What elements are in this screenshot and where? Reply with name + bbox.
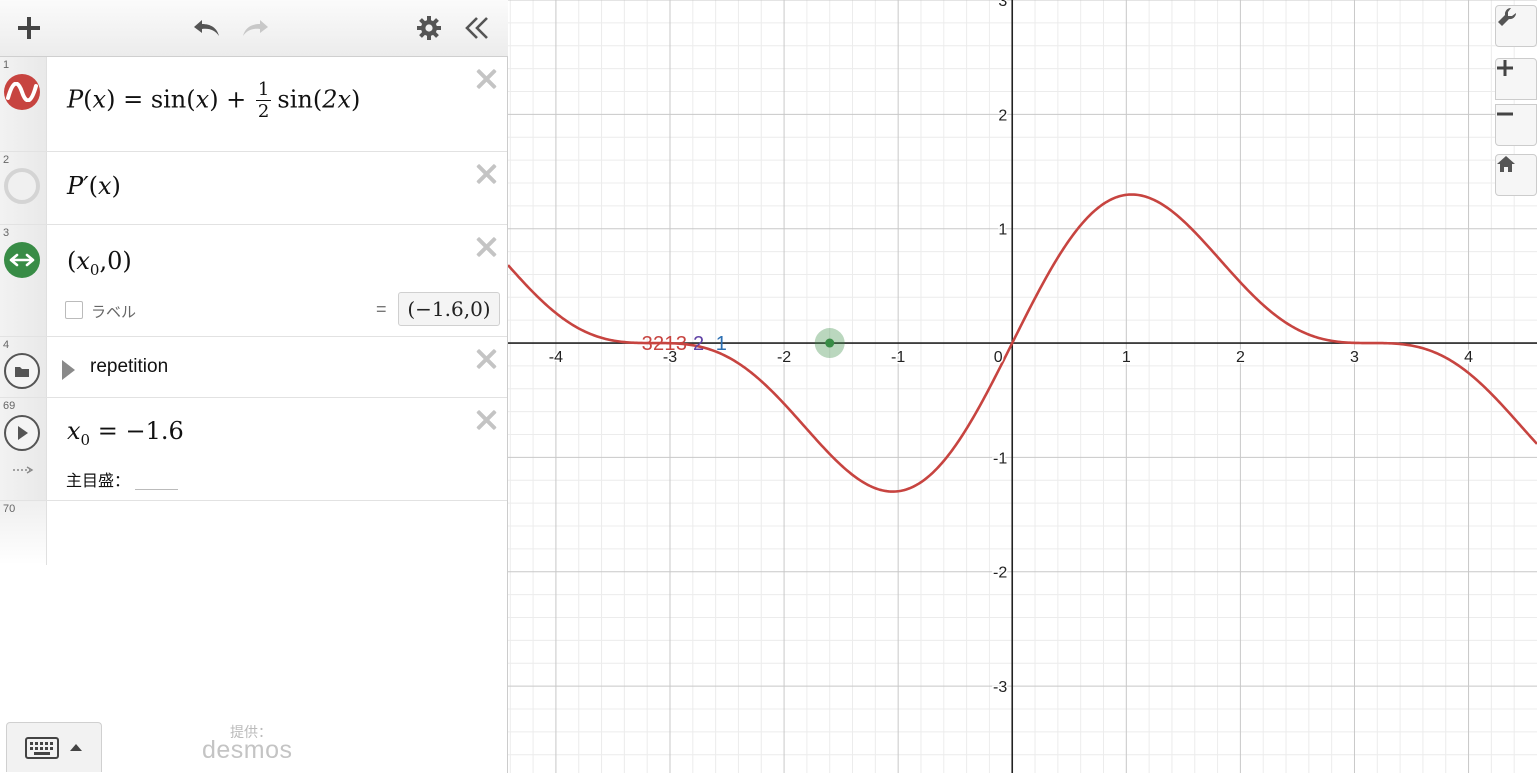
graph-canvas[interactable]: -4 -3 -2 -1 0 1 2 3 4-3-2-11233 2 1 3 2 1 bbox=[508, 0, 1537, 773]
drag-point[interactable] bbox=[825, 338, 835, 348]
y-tick-label: 3 bbox=[998, 0, 1007, 10]
point-label: 2 bbox=[693, 333, 704, 355]
redo-icon bbox=[243, 20, 268, 36]
x-tick-label: -1 bbox=[891, 349, 905, 366]
expression-gutter: 2 bbox=[0, 152, 47, 224]
collapse-panel-button[interactable] bbox=[459, 10, 495, 46]
keyboard-icon bbox=[25, 737, 59, 759]
expression-index: 69 bbox=[3, 400, 16, 412]
home-icon bbox=[1497, 156, 1515, 172]
keyboard-toggle-button[interactable] bbox=[6, 722, 102, 772]
zoom-out-button[interactable] bbox=[1495, 104, 1537, 146]
expression-gutter: 3 bbox=[0, 225, 47, 336]
expression-index: 2 bbox=[3, 154, 10, 166]
hidden-circle-icon[interactable] bbox=[4, 168, 40, 204]
desmos-app: 1 P(x) = sin(x) + 1 2 sin(2x) 2 P′(x) 3 … bbox=[0, 0, 1537, 773]
y-tick-label: -2 bbox=[993, 565, 1007, 582]
expression-index: 70 bbox=[3, 503, 16, 515]
x-tick-label: 0 bbox=[994, 349, 1003, 366]
folder-row-repetition[interactable]: 4 repetition bbox=[0, 337, 507, 398]
undo-icon bbox=[194, 20, 219, 36]
undo-button[interactable] bbox=[189, 10, 225, 46]
x-tick-label: 1 bbox=[1122, 349, 1131, 366]
double-chevron-left-icon bbox=[465, 17, 488, 39]
expression-row-1[interactable]: 1 P(x) = sin(x) + 1 2 sin(2x) bbox=[0, 57, 507, 152]
wrench-icon bbox=[1498, 7, 1517, 26]
point-label: 3 bbox=[676, 333, 687, 355]
delete-expression-button[interactable] bbox=[473, 234, 499, 260]
expression-gutter: 69 bbox=[0, 398, 47, 500]
expression-formula[interactable]: P′(x) bbox=[67, 172, 121, 200]
minus-icon bbox=[1497, 112, 1513, 116]
zoom-in-button[interactable] bbox=[1495, 58, 1537, 100]
folder-expand-toggle[interactable] bbox=[62, 360, 75, 380]
label-checkbox-text: ラベル bbox=[91, 304, 137, 321]
redo-button[interactable] bbox=[237, 10, 273, 46]
expression-gutter: 70 bbox=[0, 501, 47, 565]
add-expression-button[interactable] bbox=[11, 10, 47, 46]
graph-settings-button[interactable] bbox=[411, 10, 447, 46]
expression-index: 3 bbox=[3, 227, 10, 239]
y-tick-label: 2 bbox=[998, 107, 1007, 124]
expression-formula[interactable]: (x0,0) bbox=[67, 247, 132, 279]
folder-title[interactable]: repetition bbox=[90, 356, 168, 378]
expression-index: 4 bbox=[3, 339, 10, 351]
point-evaluation-value: (−1.6,0) bbox=[398, 292, 500, 326]
point-label: 1 bbox=[716, 333, 727, 355]
drag-horizontal-icon[interactable] bbox=[4, 242, 40, 278]
home-view-button[interactable] bbox=[1495, 154, 1537, 196]
expression-panel: 1 P(x) = sin(x) + 1 2 sin(2x) 2 P′(x) 3 … bbox=[0, 0, 508, 773]
expression-gutter: 4 bbox=[0, 337, 47, 397]
x-tick-label: 4 bbox=[1464, 349, 1473, 366]
expression-formula[interactable]: P(x) = sin(x) + 1 2 sin(2x) bbox=[67, 81, 360, 121]
evaluation-equals: = bbox=[376, 299, 387, 319]
gear-icon bbox=[417, 16, 441, 40]
desmos-logo[interactable]: desmos bbox=[202, 736, 293, 765]
expression-row-69[interactable]: 69 x0 = −1.6 主目盛： bbox=[0, 398, 507, 501]
x-tick-label: 2 bbox=[1236, 349, 1245, 366]
expression-index: 1 bbox=[3, 59, 10, 71]
delete-expression-button[interactable] bbox=[473, 66, 499, 92]
label-checkbox[interactable] bbox=[65, 301, 83, 319]
delete-expression-button[interactable] bbox=[473, 407, 499, 433]
x-tick-label: -4 bbox=[549, 349, 563, 366]
axes bbox=[508, 0, 1537, 773]
point-label: 2 bbox=[653, 333, 664, 355]
plus-icon bbox=[18, 17, 40, 39]
y-tick-label: 1 bbox=[998, 222, 1007, 239]
x-tick-label: -2 bbox=[777, 349, 791, 366]
y-tick-label: -3 bbox=[993, 679, 1007, 696]
wave-icon[interactable] bbox=[4, 74, 40, 110]
plus-icon bbox=[1497, 60, 1513, 76]
step-input[interactable] bbox=[135, 472, 178, 490]
graph-paper[interactable]: -4 -3 -2 -1 0 1 2 3 4 -3 -2 -1 1 2 3 3 2 1 3 2 1 bbox=[508, 0, 1537, 773]
expression-row-2[interactable]: 2 P′(x) bbox=[0, 152, 507, 225]
caret-up-icon bbox=[70, 744, 82, 751]
expression-row-3[interactable]: 3 (x0,0) ラベル = (−1.6,0) bbox=[0, 225, 507, 337]
graph-settings-button[interactable] bbox=[1495, 5, 1537, 47]
point-label: 1 bbox=[664, 333, 675, 355]
step-label: 主目盛： bbox=[66, 473, 131, 490]
fraction: 12 bbox=[255, 79, 272, 122]
delete-expression-button[interactable] bbox=[473, 346, 499, 372]
point-label: 3 bbox=[642, 333, 653, 355]
major-gridlines bbox=[508, 0, 1537, 773]
play-icon[interactable] bbox=[4, 415, 40, 451]
y-tick-label: -1 bbox=[993, 450, 1007, 467]
folder-icon[interactable] bbox=[4, 353, 40, 389]
slider-formula[interactable]: x0 = −1.6 bbox=[67, 417, 184, 449]
expression-row-new[interactable]: 70 bbox=[0, 501, 507, 565]
expression-toolbar bbox=[0, 0, 508, 57]
x-tick-label: 3 bbox=[1350, 349, 1359, 366]
delete-expression-button[interactable] bbox=[473, 161, 499, 187]
minor-gridlines bbox=[508, 0, 1537, 773]
animation-direction-icon[interactable] bbox=[12, 466, 34, 474]
point-layer[interactable] bbox=[814, 328, 845, 359]
expression-gutter: 1 bbox=[0, 57, 47, 151]
